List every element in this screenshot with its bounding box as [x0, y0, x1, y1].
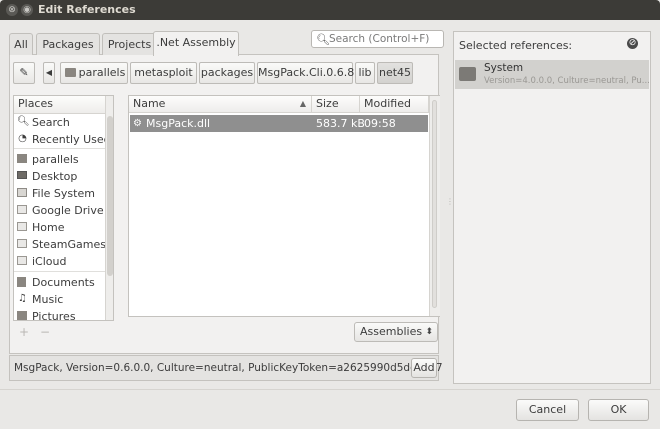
place-label: Music — [32, 293, 64, 306]
crumb-lib[interactable]: lib — [355, 62, 375, 84]
edit-path-button[interactable]: ✎ — [13, 62, 35, 84]
ok-button[interactable]: OK — [588, 399, 649, 421]
places-sidebar: Places 🔍︎ Search ◔ Recently Used paralle… — [13, 95, 114, 321]
updown-arrows-icon: ⬍ — [425, 327, 433, 337]
column-size[interactable]: Size — [312, 96, 360, 113]
drive-icon — [17, 222, 28, 232]
pictures-icon — [17, 311, 28, 320]
clock-icon: ◔ — [18, 133, 27, 144]
place-label: Documents — [32, 276, 95, 289]
pencil-icon: ✎ — [19, 66, 29, 79]
title-bar: ⊗ ◉ Edit References — [0, 0, 660, 20]
file-modified: 09:58 — [364, 117, 396, 130]
chevron-left-icon: ◀ — [45, 68, 53, 77]
place-label: SteamGames — [32, 238, 106, 251]
selected-references-header: Selected references: — [459, 39, 573, 52]
file-list-scrollbar[interactable] — [429, 96, 440, 316]
window-title: Edit References — [38, 3, 136, 16]
home-folder-icon — [17, 154, 28, 164]
place-label: Desktop — [32, 170, 78, 183]
filter-value: Assemblies — [360, 325, 423, 338]
assembly-status-bar: MsgPack, Version=0.6.0.0, Culture=neutra… — [9, 355, 443, 381]
column-name[interactable]: Name ▲ — [129, 96, 312, 113]
reference-name: System — [484, 62, 524, 74]
file-size: 583.7 kB — [316, 117, 365, 130]
music-icon: ♫ — [18, 293, 27, 304]
search-icon: 🔍︎ — [316, 33, 330, 46]
places-scrollbar[interactable] — [105, 96, 113, 320]
remove-reference-icon[interactable]: ⊘ — [627, 38, 638, 49]
tab-all[interactable]: All — [9, 33, 33, 55]
add-place-button[interactable]: + — [19, 325, 29, 339]
drive-icon — [17, 188, 28, 198]
places-header: Places — [14, 96, 113, 114]
sort-ascending-icon: ▲ — [299, 99, 306, 108]
place-label: parallels — [32, 153, 79, 166]
place-label: iCloud — [32, 255, 67, 268]
file-name: MsgPack.dll — [146, 117, 211, 130]
column-modified[interactable]: Modified — [360, 96, 429, 113]
magnifier-icon: 🔍︎ — [17, 116, 30, 127]
drive-icon — [17, 239, 28, 249]
divider — [0, 389, 660, 390]
file-type-filter[interactable]: Assemblies ⬍ — [354, 322, 438, 342]
crumb-net45[interactable]: net45 — [377, 62, 413, 84]
place-label: Recently Used — [32, 133, 111, 146]
reference-detail: Version=4.0.0.0, Culture=neutral, Pu... — [484, 76, 650, 86]
place-label: Pictures — [32, 310, 76, 321]
add-button[interactable]: Add — [411, 358, 437, 378]
divider — [14, 271, 113, 272]
reference-item[interactable]: System Version=4.0.0.0, Culture=neutral,… — [455, 60, 650, 89]
home-folder-icon — [65, 68, 76, 77]
crumb-label: parallels — [78, 66, 126, 79]
crumb-msgpack[interactable]: MsgPack.Cli.0.6.8 — [257, 62, 354, 84]
documents-icon — [17, 277, 28, 287]
remove-place-button[interactable]: − — [40, 325, 50, 339]
assembly-full-name: MsgPack, Version=0.6.0.0, Culture=neutra… — [14, 362, 443, 374]
drive-icon — [17, 205, 28, 215]
tab-packages[interactable]: Packages — [36, 33, 100, 55]
drive-icon — [17, 256, 28, 266]
scrollbar-thumb[interactable] — [432, 100, 437, 308]
place-label: Google Drive — [32, 204, 104, 217]
search-placeholder: Search (Control+F) — [329, 33, 430, 45]
file-icon: ⚙ — [133, 118, 142, 129]
search-input[interactable]: 🔍︎ Search (Control+F) — [311, 30, 444, 48]
desktop-icon — [17, 171, 28, 181]
path-back-button[interactable]: ◀ — [43, 62, 55, 84]
table-row[interactable]: ⚙ MsgPack.dll 583.7 kB 09:58 — [130, 115, 428, 132]
selected-references-panel: Selected references: ⊘ System Version=4.… — [453, 31, 651, 384]
file-list: Name ▲ Size Modified ⚙ MsgPack.dll 583.7… — [128, 95, 440, 317]
window-menu-icon[interactable]: ◉ — [21, 4, 33, 16]
close-icon[interactable]: ⊗ — [6, 4, 18, 16]
crumb-packages[interactable]: packages — [199, 62, 255, 84]
tab-net-assembly[interactable]: .Net Assembly — [153, 31, 239, 56]
place-label: Search — [32, 116, 70, 129]
place-label: Home — [32, 221, 65, 234]
assembly-icon — [459, 67, 476, 81]
crumb-parallels[interactable]: parallels — [60, 62, 128, 84]
place-label: File System — [32, 187, 95, 200]
cancel-button[interactable]: Cancel — [516, 399, 579, 421]
divider — [14, 148, 113, 149]
scrollbar-thumb[interactable] — [107, 116, 113, 276]
tab-projects[interactable]: Projects — [102, 33, 157, 55]
crumb-metasploit[interactable]: metasploit — [130, 62, 197, 84]
column-label: Name — [133, 97, 166, 110]
